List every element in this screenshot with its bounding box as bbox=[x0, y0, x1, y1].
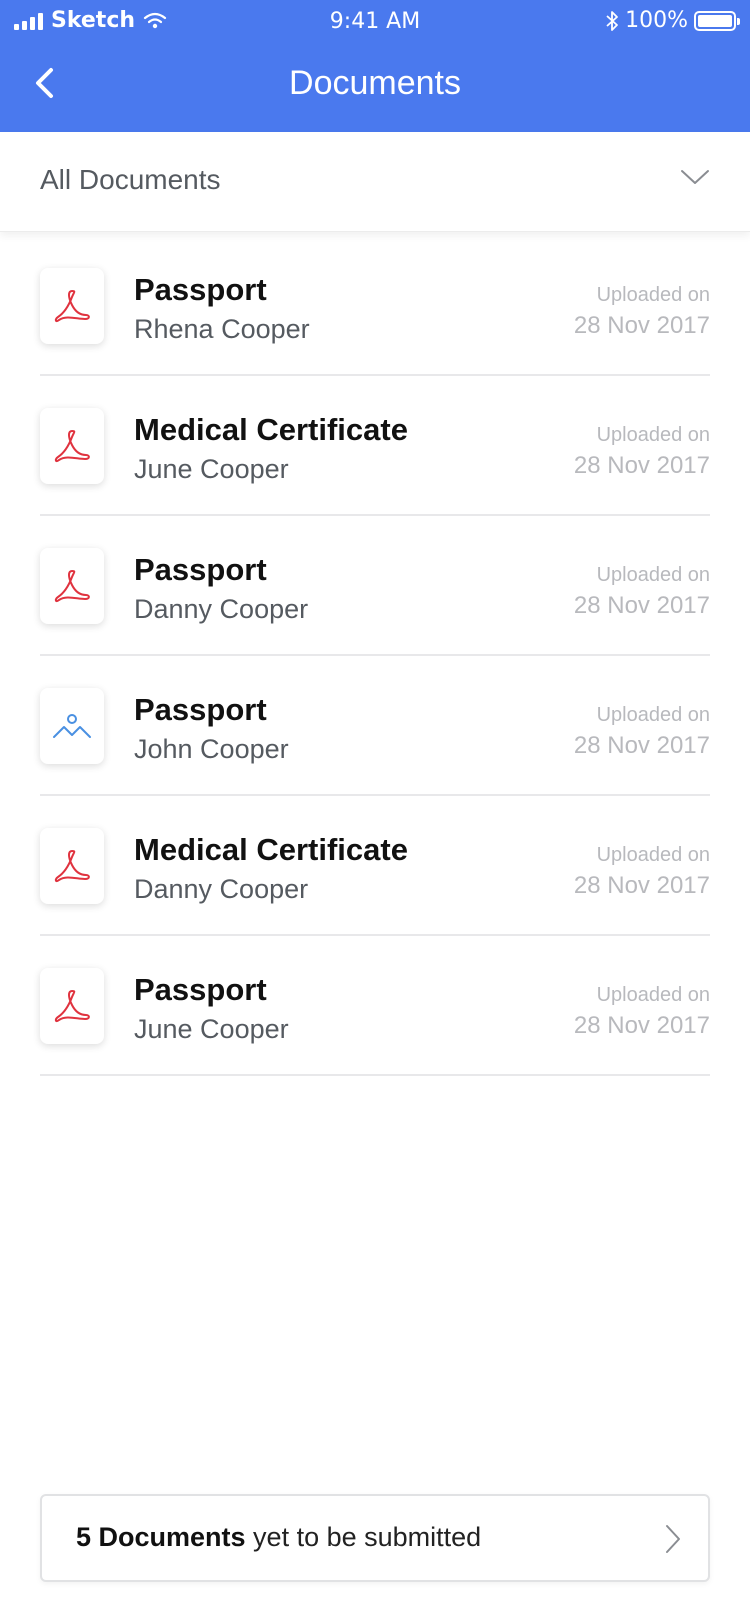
pdf-icon bbox=[40, 408, 104, 484]
uploaded-on-label: Uploaded on bbox=[596, 284, 710, 306]
document-list-item[interactable]: Medical Certificate June Cooper Uploaded o… bbox=[40, 376, 710, 516]
document-owner: Rhena Cooper bbox=[134, 314, 310, 344]
battery-icon bbox=[694, 10, 740, 31]
battery-percent: 100% bbox=[625, 8, 688, 33]
documents-filter-dropdown[interactable]: All Documents bbox=[0, 132, 750, 232]
upload-date: 28 Nov 2017 bbox=[573, 592, 710, 619]
document-owner: Danny Cooper bbox=[134, 874, 309, 904]
document-list-item[interactable]: Passport June Cooper Uploaded on 28 Nov 201… bbox=[40, 936, 710, 1076]
chevron-right-icon bbox=[666, 1525, 680, 1553]
document-title: Medical Certificate bbox=[134, 412, 408, 447]
image-icon bbox=[40, 688, 104, 764]
documents-list: Passport Rhena Cooper Uploaded on 28 Nov 20… bbox=[40, 236, 710, 1076]
document-title: Medical Certificate bbox=[134, 832, 408, 867]
document-title: Passport bbox=[134, 972, 267, 1007]
document-owner: Danny Cooper bbox=[134, 594, 309, 624]
pending-suffix: yet to be submitted bbox=[245, 1522, 482, 1552]
uploaded-on-label: Uploaded on bbox=[596, 844, 710, 866]
status-right: 100% bbox=[605, 8, 740, 33]
uploaded-on-label: Uploaded on bbox=[596, 564, 710, 586]
upload-date: 28 Nov 2017 bbox=[573, 452, 710, 479]
pending-documents-button[interactable]: 5 Documents yet to be submitted bbox=[40, 1494, 710, 1582]
upload-date: 28 Nov 2017 bbox=[573, 732, 710, 759]
document-owner: June Cooper bbox=[134, 1014, 289, 1044]
uploaded-on-label: Uploaded on bbox=[596, 984, 710, 1006]
document-title: Passport bbox=[134, 272, 267, 307]
pdf-icon bbox=[40, 268, 104, 344]
page-title: Documents bbox=[289, 64, 461, 102]
header: Sketch 9:41 AM 100% Documents bbox=[0, 0, 750, 132]
document-list-item[interactable]: Medical Certificate Danny Cooper Uploaded … bbox=[40, 796, 710, 936]
upload-date: 28 Nov 2017 bbox=[573, 312, 710, 339]
document-list-item[interactable]: Passport Danny Cooper Uploaded on 28 Nov 20… bbox=[40, 516, 710, 656]
document-owner: John Cooper bbox=[134, 734, 289, 764]
document-title: Passport bbox=[134, 552, 267, 587]
bluetooth-icon bbox=[606, 10, 618, 31]
pdf-icon bbox=[40, 968, 104, 1044]
documents-screen: Sketch 9:41 AM 100% Documents All Docume… bbox=[0, 0, 750, 1624]
pending-count: 5 Documents bbox=[76, 1522, 246, 1552]
document-list-item[interactable]: Passport John Cooper Uploaded on 28 Nov 201… bbox=[40, 656, 710, 796]
uploaded-on-label: Uploaded on bbox=[596, 704, 710, 726]
document-list-item[interactable]: Passport Rhena Cooper Uploaded on 28 Nov 20… bbox=[40, 236, 710, 376]
document-title: Passport bbox=[134, 692, 267, 727]
upload-date: 28 Nov 2017 bbox=[573, 872, 710, 899]
document-owner: June Cooper bbox=[134, 454, 289, 484]
nav-bar: Documents bbox=[0, 44, 750, 132]
pending-text: 5 Documents yet to be submitted bbox=[76, 1522, 481, 1553]
filter-selected-value: All Documents bbox=[40, 164, 221, 195]
pdf-icon bbox=[40, 828, 104, 904]
uploaded-on-label: Uploaded on bbox=[596, 424, 710, 446]
upload-date: 28 Nov 2017 bbox=[573, 1012, 710, 1039]
battery-level bbox=[698, 14, 732, 27]
status-bar: Sketch 9:41 AM 100% bbox=[0, 0, 750, 44]
pdf-icon bbox=[40, 548, 104, 624]
chevron-down-icon bbox=[681, 170, 709, 184]
